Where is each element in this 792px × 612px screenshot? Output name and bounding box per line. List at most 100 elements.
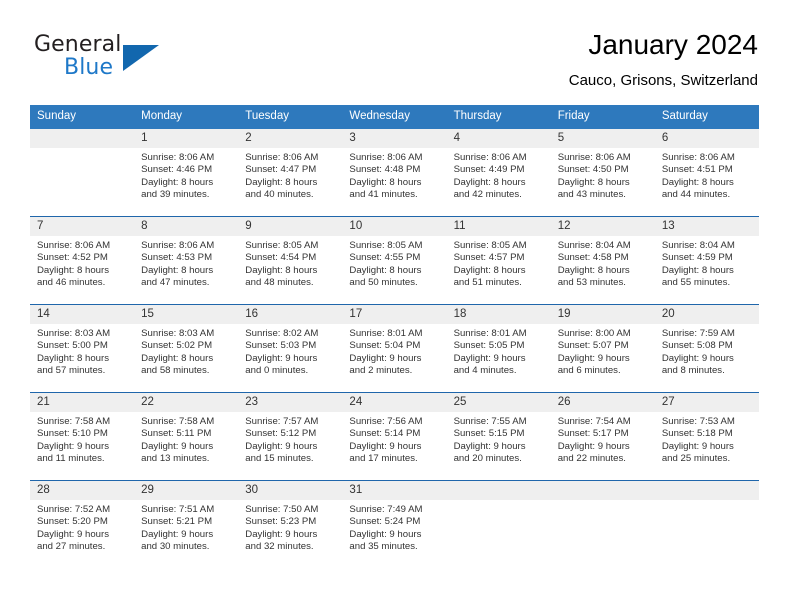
day-number[interactable]: 1 [134,129,238,148]
day-cell[interactable]: Sunrise: 8:05 AM Sunset: 4:54 PM Daylight:… [238,236,342,304]
day-detail-line: and 40 minutes. [245,189,314,201]
day-detail-line: and 42 minutes. [453,189,522,201]
day-cell[interactable]: Sunrise: 8:01 AM Sunset: 5:05 PM Daylight:… [447,324,551,392]
day-number[interactable]: 2 [238,129,342,148]
day-number[interactable]: 20 [655,305,759,324]
day-cell[interactable]: Sunrise: 8:04 AM Sunset: 4:59 PM Daylight:… [655,236,759,304]
day-number[interactable]: 27 [655,393,759,412]
day-number[interactable]: 31 [342,481,446,500]
day-cell[interactable]: Sunrise: 8:01 AM Sunset: 5:04 PM Daylight:… [342,324,446,392]
day-number[interactable]: 7 [30,217,134,236]
day-cell[interactable]: Sunrise: 8:06 AM Sunset: 4:52 PM Daylight:… [30,236,134,304]
day-number[interactable]: 16 [238,305,342,324]
day-cell[interactable]: Sunrise: 7:54 AM Sunset: 5:17 PM Daylight:… [551,412,655,480]
day-number[interactable]: 23 [238,393,342,412]
day-number[interactable]: 6 [655,129,759,148]
day-cell[interactable]: Sunrise: 8:06 AM Sunset: 4:49 PM Daylight:… [447,148,551,216]
day-cell[interactable]: Sunrise: 7:53 AM Sunset: 5:18 PM Daylight:… [655,412,759,480]
day-detail-line: Sunset: 4:52 PM [37,252,108,264]
day-detail-line: and 48 minutes. [245,277,314,289]
day-cell[interactable]: Sunrise: 8:02 AM Sunset: 5:03 PM Daylight:… [238,324,342,392]
day-number[interactable]: 10 [342,217,446,236]
day-detail-line: Daylight: 9 hours [453,352,526,364]
day-cell[interactable]: Sunrise: 8:04 AM Sunset: 4:58 PM Daylight:… [551,236,655,304]
day-detail-line: Sunset: 4:58 PM [557,252,629,264]
general-blue-logo: General Blue [34,32,214,88]
day-detail-line: and 55 minutes. [661,277,731,289]
day-detail-line: Sunrise: 8:01 AM [453,328,527,339]
logo-triangle-icon [123,45,159,71]
week-daynumber-band: 14 15 16 17 18 19 20 [30,305,759,324]
day-detail-line: and 22 minutes. [557,453,626,465]
day-number[interactable]: 13 [655,217,759,236]
page-subtitle-location: Cauco, Grisons, Switzerland [568,72,758,89]
day-cell[interactable]: Sunrise: 8:06 AM Sunset: 4:53 PM Daylight:… [134,236,238,304]
day-cell[interactable]: Sunrise: 7:49 AM Sunset: 5:24 PM Daylight:… [342,500,446,568]
day-detail-line: Sunrise: 8:01 AM [349,328,423,339]
day-detail-line: Sunrise: 8:06 AM [37,240,111,251]
day-number[interactable]: 4 [447,129,551,148]
day-detail-line: Sunset: 4:51 PM [661,164,733,176]
day-cell[interactable]: Sunrise: 7:55 AM Sunset: 5:15 PM Daylight:… [447,412,551,480]
day-number[interactable]: 14 [30,305,134,324]
day-number[interactable]: 5 [551,129,655,148]
day-cell[interactable]: Sunrise: 8:00 AM Sunset: 5:07 PM Daylight:… [551,324,655,392]
day-number[interactable]: 9 [238,217,342,236]
day-cell[interactable]: Sunrise: 7:58 AM Sunset: 5:11 PM Daylight:… [134,412,238,480]
day-cell[interactable]: Sunrise: 8:06 AM Sunset: 4:47 PM Daylight:… [238,148,342,216]
day-cell[interactable]: Sunrise: 8:05 AM Sunset: 4:57 PM Daylight:… [447,236,551,304]
day-cell[interactable]: Sunrise: 7:51 AM Sunset: 5:21 PM Daylight:… [134,500,238,568]
day-number[interactable]: 3 [342,129,446,148]
weekday-header-saturday: Saturday [661,110,708,122]
day-detail-line: and 11 minutes. [37,453,105,465]
day-cell[interactable]: Sunrise: 8:06 AM Sunset: 4:46 PM Daylight:… [134,148,238,216]
day-number[interactable]: 21 [30,393,134,412]
day-detail-line: Daylight: 9 hours [141,440,214,452]
day-cell[interactable]: Sunrise: 7:59 AM Sunset: 5:08 PM Daylight:… [655,324,759,392]
day-number[interactable]: 15 [134,305,238,324]
day-detail-line: Daylight: 8 hours [245,176,318,188]
day-number[interactable]: 28 [30,481,134,500]
day-detail-line: Sunset: 5:20 PM [37,516,108,528]
day-cell[interactable]: Sunrise: 8:03 AM Sunset: 5:02 PM Daylight:… [134,324,238,392]
week-daynumber-band: 28 29 30 31 [30,481,759,500]
day-detail-line: Sunrise: 7:58 AM [37,416,111,427]
day-number[interactable]: 25 [447,393,551,412]
day-cell[interactable]: Sunrise: 7:52 AM Sunset: 5:20 PM Daylight:… [30,500,134,568]
day-number[interactable]: 22 [134,393,238,412]
day-cell[interactable]: Sunrise: 8:06 AM Sunset: 4:51 PM Daylight:… [655,148,759,216]
day-cell[interactable]: Sunrise: 7:58 AM Sunset: 5:10 PM Daylight:… [30,412,134,480]
day-cell[interactable]: Sunrise: 7:56 AM Sunset: 5:14 PM Daylight:… [342,412,446,480]
day-detail-line: Sunrise: 8:05 AM [245,240,319,251]
day-number[interactable]: 8 [134,217,238,236]
day-number[interactable]: 11 [447,217,551,236]
day-cell[interactable]: Sunrise: 8:06 AM Sunset: 4:50 PM Daylight:… [551,148,655,216]
day-number[interactable]: 12 [551,217,655,236]
day-detail-line: Sunrise: 8:04 AM [661,240,735,251]
day-detail-line: Sunset: 4:55 PM [349,252,421,264]
day-detail-line: and 20 minutes. [453,453,522,465]
day-detail-line: Daylight: 8 hours [349,264,422,276]
week-detail-band: Sunrise: 8:06 AM Sunset: 4:46 PM Daylight:… [30,148,759,216]
day-detail-line: Sunrise: 7:52 AM [37,504,111,515]
day-detail-line: Daylight: 9 hours [661,440,734,452]
day-cell-empty [655,500,759,568]
day-cell[interactable]: Sunrise: 7:57 AM Sunset: 5:12 PM Daylight:… [238,412,342,480]
day-number[interactable]: 29 [134,481,238,500]
day-cell[interactable]: Sunrise: 8:06 AM Sunset: 4:48 PM Daylight:… [342,148,446,216]
day-detail-line: Daylight: 8 hours [661,264,734,276]
day-number[interactable]: 17 [342,305,446,324]
day-detail-line: Daylight: 9 hours [557,352,630,364]
day-number[interactable]: 19 [551,305,655,324]
day-cell[interactable]: Sunrise: 7:50 AM Sunset: 5:23 PM Daylight:… [238,500,342,568]
day-number[interactable]: 24 [342,393,446,412]
day-number[interactable]: 18 [447,305,551,324]
day-number[interactable]: 30 [238,481,342,500]
day-detail-line: Sunrise: 8:04 AM [557,240,631,251]
day-detail-line: and 17 minutes. [349,453,418,465]
day-number[interactable]: 26 [551,393,655,412]
day-cell[interactable]: Sunrise: 8:03 AM Sunset: 5:00 PM Daylight:… [30,324,134,392]
day-cell[interactable]: Sunrise: 8:05 AM Sunset: 4:55 PM Daylight:… [342,236,446,304]
day-detail-line: Sunset: 4:49 PM [453,164,525,176]
day-detail-line: Daylight: 9 hours [349,440,422,452]
